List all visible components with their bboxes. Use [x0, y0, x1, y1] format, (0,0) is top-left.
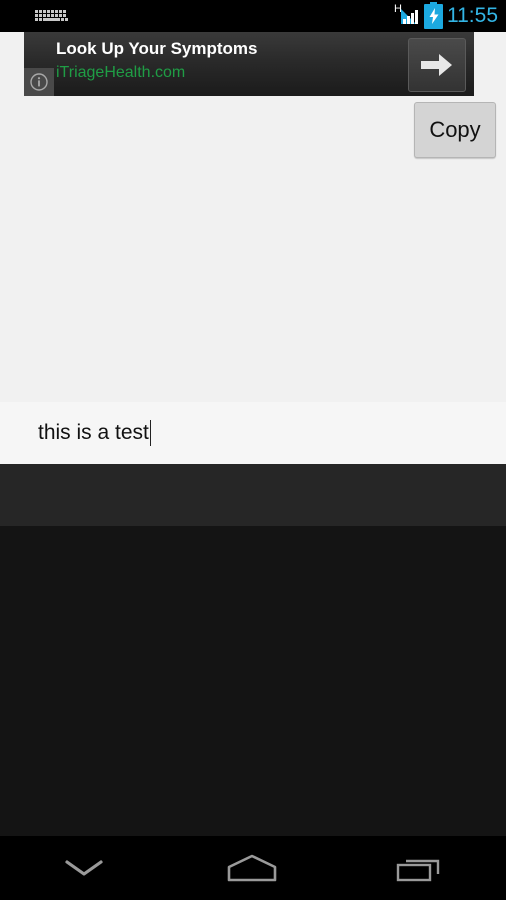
text-input-field[interactable]: this is a test: [0, 402, 506, 464]
nav-recents-button[interactable]: [336, 836, 504, 900]
ad-url: iTriageHealth.com: [56, 64, 186, 81]
app-content-area: Look Up Your Symptoms iTriageHealth.com …: [0, 32, 506, 464]
battery-charging-icon: [424, 1, 443, 29]
status-bar: H 11:55: [0, 0, 506, 32]
recent-apps-icon: [396, 859, 440, 882]
soft-keyboard: 1 q 2 w 3 e 4 r 5 t 6 y: [0, 464, 506, 836]
clock: 11:55: [447, 4, 498, 27]
ad-arrow-button[interactable]: [408, 38, 466, 92]
chevron-down-hide-keyboard-icon: [65, 860, 103, 876]
keyboard-icon: [34, 8, 70, 24]
signal-bars-icon: H: [394, 4, 420, 27]
nav-home-button[interactable]: [168, 836, 336, 900]
text-cursor: [149, 420, 151, 446]
arrow-right-icon: [421, 54, 452, 76]
copy-button[interactable]: Copy: [414, 102, 496, 158]
text-input-value: this is a test: [38, 421, 149, 444]
navigation-bar: [0, 836, 506, 900]
android-screen: H 11:55 Look Up Your Symptoms iTriageHea…: [0, 0, 506, 900]
ad-headline: Look Up Your Symptoms: [56, 39, 258, 58]
info-icon[interactable]: [24, 68, 54, 96]
nav-back-button[interactable]: [0, 836, 168, 900]
advertisement-banner[interactable]: Look Up Your Symptoms iTriageHealth.com: [24, 32, 474, 96]
suggestion-strip[interactable]: [0, 464, 506, 526]
status-icons-group: H 11:55: [394, 0, 498, 32]
home-pentagon-icon: [227, 854, 277, 882]
